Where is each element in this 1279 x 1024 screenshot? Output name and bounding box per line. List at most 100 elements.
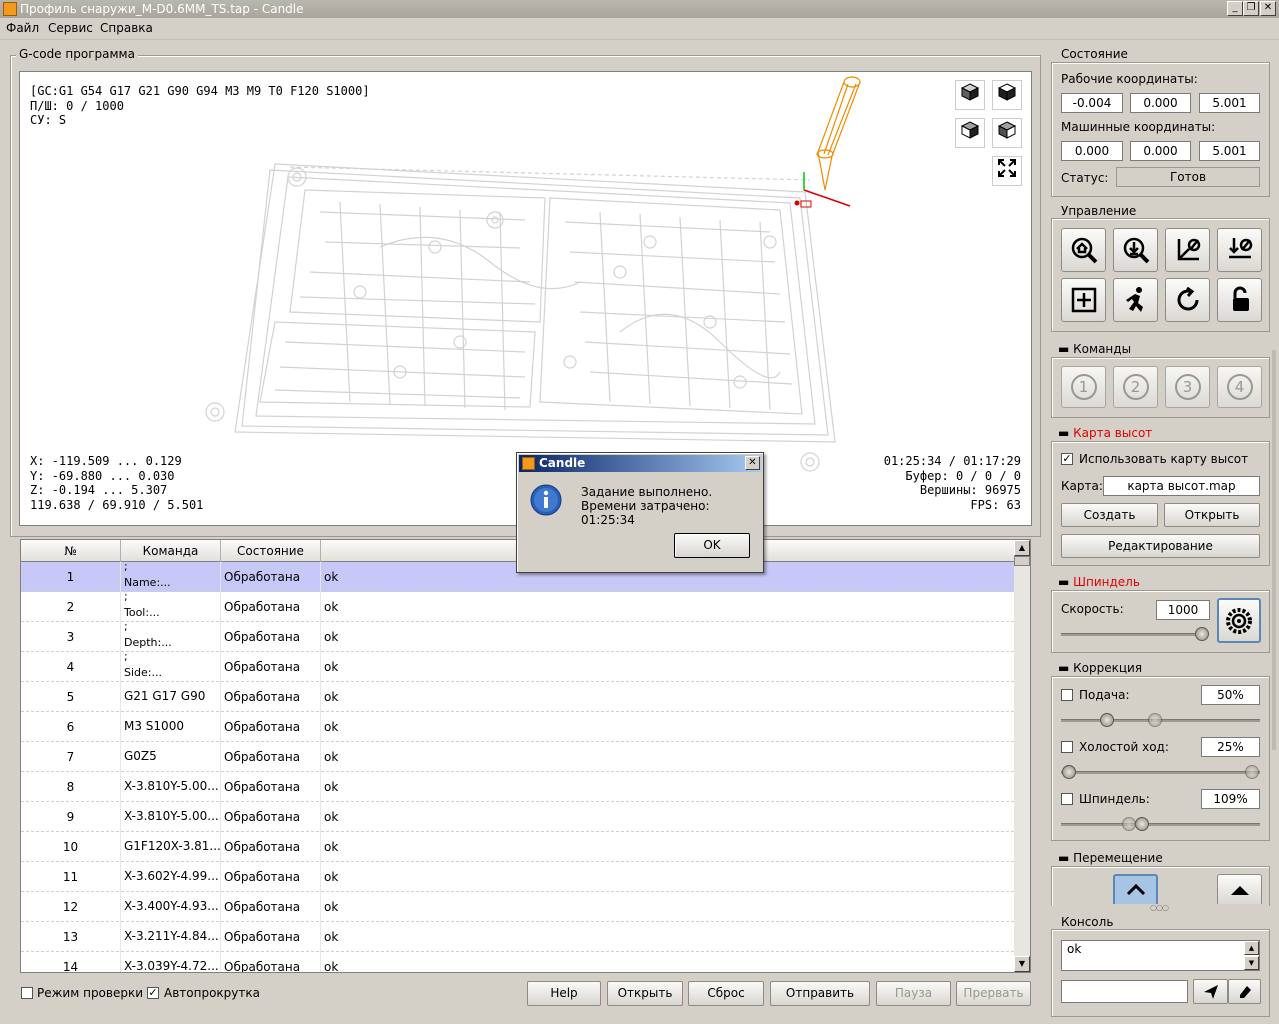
cell-command: X-3.810Y-5.00... [121,802,221,832]
table-row[interactable]: 3; Depth:... Обработана ok [21,620,1014,652]
spindle-speed-knob[interactable] [1195,627,1209,641]
zero-z-icon[interactable] [1217,228,1262,272]
unlock-icon[interactable] [1217,278,1262,322]
jog-z-plus-icon[interactable] [1217,874,1262,904]
cell-command: X-3.400Y-4.93... [121,892,221,922]
cell-response: ok [324,630,339,644]
jog-y-plus-icon[interactable] [1113,874,1158,904]
spindle-override-knob[interactable] [1135,817,1149,831]
cell-command: G1F120X-3.81... [121,832,221,862]
edit-heightmap-button[interactable]: Редактирование [1061,534,1260,558]
user-command-2-button[interactable]: 2 [1113,366,1158,408]
table-row[interactable]: 13 X-3.211Y-4.84... Обработана ok [21,922,1014,952]
console-clear-icon[interactable] [1228,979,1261,1004]
spindle-override-field[interactable]: 109% [1201,789,1260,809]
console-scroll-up-icon[interactable]: ▲ [1244,941,1259,955]
reset-button[interactable]: Сброс [688,981,764,1006]
cell-command-text: Depth:... [124,636,172,649]
app-icon [3,2,17,16]
home-icon[interactable] [1061,228,1106,272]
col-state[interactable]: Состояние [221,540,321,562]
console-command-input[interactable] [1061,980,1188,1003]
dialog-message-line2: Времени затрачено: 01:25:34 [581,499,710,527]
scroll-down-icon[interactable]: ▼ [1014,956,1030,972]
check-mode-checkbox[interactable] [21,987,33,999]
restore-button[interactable]: ❐ [1243,1,1259,16]
col-command[interactable]: Команда [121,540,221,562]
title-bar: Профиль снаружи_M-D0.6MM_TS.tap - Candle… [0,0,1279,18]
console-output[interactable]: ok ▲ ▼ [1061,940,1260,971]
dialog-ok-button[interactable]: OK [674,533,750,558]
col-number[interactable]: № [21,540,121,562]
table-row[interactable]: 12 X-3.400Y-4.93... Обработана ok [21,892,1014,922]
spindle-override-checkbox[interactable] [1061,793,1073,805]
reset-icon[interactable] [1165,278,1210,322]
use-heightmap-checkbox[interactable]: ✓ [1061,453,1073,465]
feed-override-checkbox[interactable] [1061,689,1073,701]
menu-help[interactable]: Справка [100,21,153,35]
cell-command-text: X-3.039Y-4.72... [124,959,219,973]
table-row[interactable]: 8 X-3.810Y-5.00... Обработана ok [21,772,1014,802]
table-row[interactable]: 7 G0Z5 Обработана ok [21,742,1014,772]
spindle-override-slider[interactable] [1061,823,1260,826]
close-button[interactable]: ✕ [1260,1,1276,16]
rapid-override-slider[interactable] [1061,771,1260,774]
cell-command-text: G21 G17 G90 [124,689,206,703]
user-command-3-button[interactable]: 3 [1165,366,1210,408]
feed-override-knob[interactable] [1100,713,1114,727]
rapid-override-knob[interactable] [1062,765,1076,779]
table-row[interactable]: 9 X-3.810Y-5.00... Обработана ok [21,802,1014,832]
run-icon[interactable] [1113,278,1158,322]
zero-center-icon[interactable] [1061,278,1106,322]
pause-button[interactable]: Пауза [876,981,951,1006]
create-heightmap-button[interactable]: Создать [1061,503,1158,527]
right-panel-scrollbar[interactable] [1272,350,1276,750]
rapid-override-field[interactable]: 25% [1201,737,1260,757]
table-scrollbar[interactable]: ▲ ▼ [1014,540,1030,972]
cell-number: 11 [21,862,121,892]
gcode-table[interactable]: № Команда Состояние 1; Name:... Обработана… [20,539,1031,973]
gcode-group-title: G-code программа [16,47,138,61]
scroll-thumb[interactable] [1014,556,1030,566]
table-row[interactable]: 4; Side:... Обработана ok [21,650,1014,682]
table-row[interactable]: 11 X-3.602Y-4.99... Обработана ok [21,862,1014,892]
help-button[interactable]: Help [527,981,601,1006]
probe-z-icon[interactable] [1113,228,1158,272]
spindle-speed-slider[interactable] [1061,633,1201,636]
user-command-4-button[interactable]: 4 [1217,366,1262,408]
cell-response: ok [324,600,339,614]
cell-state: Обработана [221,892,321,922]
map-file-field[interactable]: карта высот.map [1103,476,1260,496]
spindle-toggle-icon[interactable] [1217,598,1261,643]
console-scroll-down-icon[interactable]: ▼ [1244,956,1259,970]
machine-x-field: 0.000 [1061,141,1123,161]
console-send-icon[interactable] [1193,979,1228,1004]
autoscroll-checkbox[interactable]: ✓ [147,987,159,999]
cell-number: 4 [21,652,121,682]
open-heightmap-button[interactable]: Открыть [1164,503,1260,527]
menu-bar: Файл Сервис Справка [0,18,1279,40]
scroll-up-icon[interactable]: ▲ [1014,540,1030,556]
spindle-speed-field[interactable]: 1000 [1156,600,1210,620]
zero-xy-icon[interactable] [1165,228,1210,272]
menu-file[interactable]: Файл [6,21,39,35]
table-row[interactable]: 2; Tool:... Обработана ok [21,590,1014,622]
user-command-1-button[interactable]: 1 [1061,366,1106,408]
table-row[interactable]: 14 X-3.039Y-4.72... Обработана ok [21,952,1014,973]
table-row[interactable]: 6 M3 S1000 Обработана ok [21,712,1014,742]
splitter-handle[interactable]: ○○○ [1150,903,1169,912]
map-label: Карта: [1061,479,1103,493]
table-row[interactable]: 10 G1F120X-3.81... Обработана ok [21,832,1014,862]
feed-override-field[interactable]: 50% [1201,685,1260,705]
cell-command: X-3.211Y-4.84... [121,922,221,952]
abort-button[interactable]: Прервать [956,981,1031,1006]
dialog-close-icon[interactable]: ✕ [745,456,760,470]
cell-command-text: G1F120X-3.81... [124,839,221,853]
open-button[interactable]: Открыть [607,981,683,1006]
menu-service[interactable]: Сервис [48,21,93,35]
rapid-override-checkbox[interactable] [1061,741,1073,753]
heightmap-title-text: Карта высот [1073,426,1153,440]
minimize-button[interactable]: _ [1227,1,1243,16]
send-button[interactable]: Отправить [770,981,870,1006]
table-row[interactable]: 5 G21 G17 G90 Обработана ok [21,682,1014,712]
